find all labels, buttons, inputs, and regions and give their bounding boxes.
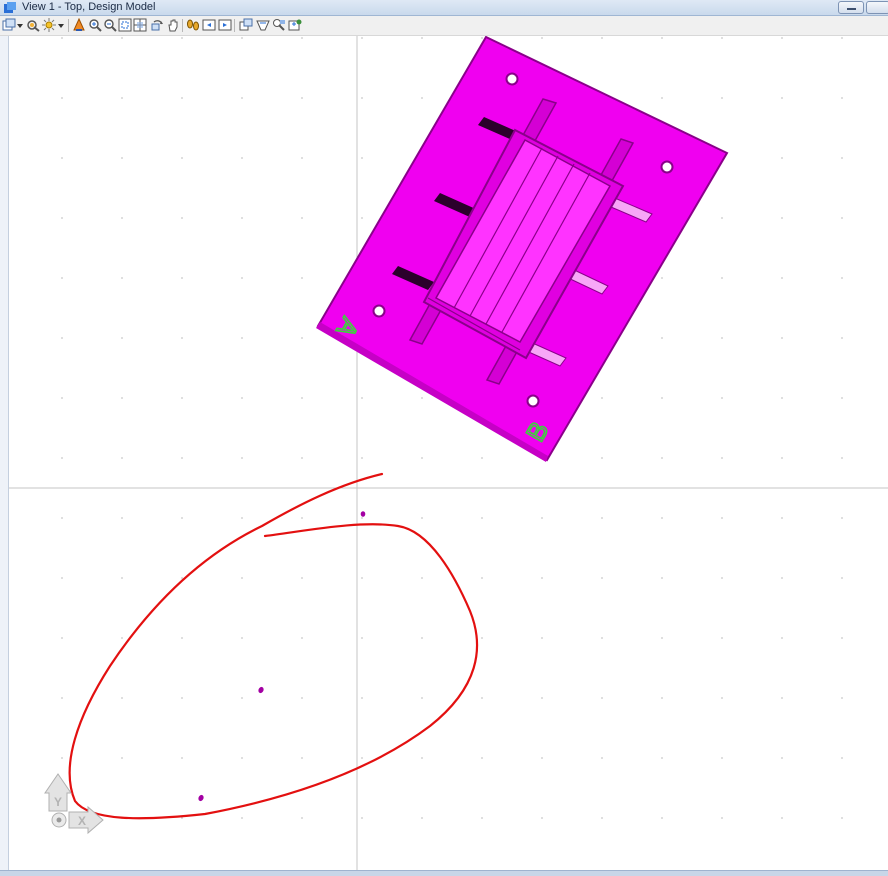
fit-view-icon[interactable] [133, 18, 147, 32]
toolbar-separator [234, 19, 235, 32]
pan-view-icon[interactable] [166, 18, 180, 32]
lighting-icon[interactable] [42, 18, 56, 32]
dropdown-arrow-icon[interactable] [57, 18, 65, 32]
view-toolbar [0, 16, 888, 36]
viewport-bottom-border [0, 870, 888, 876]
next-view-icon[interactable] [218, 18, 232, 32]
restore-button[interactable] [866, 1, 888, 14]
viewport-left-border [0, 36, 9, 872]
view-window-icon [4, 2, 16, 13]
dropdown-arrow-icon[interactable] [16, 18, 24, 32]
toolbar-separator [182, 19, 183, 32]
zoom-in-icon[interactable] [88, 18, 102, 32]
view-title-bar: View 1 - Top, Design Model [0, 0, 888, 16]
toggle-camera-icon[interactable] [239, 18, 253, 32]
zoom-out-icon[interactable] [103, 18, 117, 32]
clip-volume-icon[interactable] [256, 18, 270, 32]
update-view-icon[interactable] [72, 18, 86, 32]
window-area-icon[interactable] [118, 18, 132, 32]
rotate-view-icon[interactable] [150, 18, 164, 32]
svg-text:Y: Y [54, 795, 62, 809]
view-attributes-icon[interactable] [2, 18, 16, 32]
minimize-icon [847, 8, 856, 10]
walk-icon[interactable] [186, 18, 200, 32]
drawing-canvas[interactable]: A B Y X [0, 36, 888, 872]
view-title: View 1 - Top, Design Model [22, 1, 156, 13]
minimize-button[interactable] [838, 1, 864, 14]
design-model-viewport[interactable]: A B Y X [0, 36, 888, 872]
toolbar-separator [68, 19, 69, 32]
display-style-icon[interactable] [26, 18, 40, 32]
clip-mask-icon[interactable] [272, 18, 286, 32]
copy-view-icon[interactable] [288, 18, 302, 32]
svg-text:X: X [78, 814, 86, 828]
previous-view-icon[interactable] [202, 18, 216, 32]
